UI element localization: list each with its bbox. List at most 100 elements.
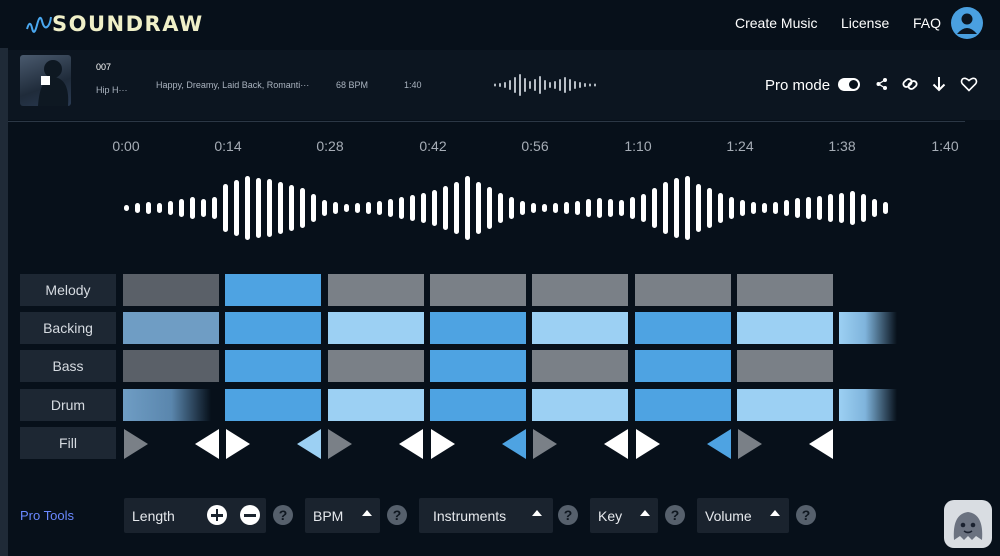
waveform-bar <box>630 197 635 219</box>
brand-name: SOUNDRAW <box>52 12 204 36</box>
bass-block[interactable] <box>737 350 833 382</box>
instruments-dropdown[interactable]: Instruments <box>419 498 553 533</box>
fill-left-arrow-icon[interactable] <box>603 428 629 460</box>
backing-block[interactable] <box>532 312 628 344</box>
backing-block[interactable] <box>635 312 731 344</box>
key-help-icon[interactable]: ? <box>665 505 685 525</box>
bpm-dropdown[interactable]: BPM <box>305 498 380 533</box>
mini-waveform[interactable] <box>488 70 598 100</box>
drum-block[interactable] <box>430 389 526 421</box>
bpm-help-icon[interactable]: ? <box>387 505 407 525</box>
waveform-bar <box>179 199 184 217</box>
length-increase-button[interactable] <box>207 505 227 525</box>
drum-block-fadeout[interactable] <box>839 389 897 421</box>
volume-help-icon[interactable]: ? <box>796 505 816 525</box>
track-artwork[interactable] <box>20 55 71 106</box>
waveform-bar <box>267 179 272 237</box>
fill-right-arrow-icon[interactable] <box>225 428 251 460</box>
waveform-bar <box>795 198 800 218</box>
fill-right-arrow-icon[interactable] <box>635 428 661 460</box>
fill-left-arrow-icon[interactable] <box>501 428 527 460</box>
backing-block[interactable] <box>225 312 321 344</box>
drum-block-fadeout[interactable] <box>123 389 211 421</box>
volume-dropdown[interactable]: Volume <box>697 498 789 533</box>
time-mark: 0:56 <box>521 138 549 154</box>
waveform-bar <box>762 203 767 213</box>
lane-label-drum: Drum <box>20 389 116 421</box>
waveform-bar <box>564 77 566 93</box>
section-divider <box>8 121 965 122</box>
fill-left-arrow-icon[interactable] <box>706 428 732 460</box>
waveform-bar <box>124 205 129 211</box>
chat-mascot-icon[interactable] <box>944 500 992 548</box>
waveform-bar <box>421 193 426 223</box>
waveform-bar <box>322 200 327 216</box>
drum-block[interactable] <box>225 389 321 421</box>
drum-block[interactable] <box>328 389 424 421</box>
instruments-help-icon[interactable]: ? <box>558 505 578 525</box>
backing-block[interactable] <box>123 312 219 344</box>
nav-license[interactable]: License <box>841 15 889 31</box>
fill-right-arrow-icon[interactable] <box>532 428 558 460</box>
drum-block[interactable] <box>635 389 731 421</box>
melody-block[interactable] <box>225 274 321 306</box>
link-icon[interactable] <box>901 75 919 93</box>
length-decrease-button[interactable] <box>240 505 260 525</box>
drum-block[interactable] <box>737 389 833 421</box>
drum-block[interactable] <box>532 389 628 421</box>
pro-mode-toggle[interactable] <box>838 78 860 91</box>
fill-left-arrow-icon[interactable] <box>398 428 424 460</box>
fill-right-arrow-icon[interactable] <box>123 428 149 460</box>
caret-up-icon <box>770 510 780 516</box>
length-help-icon[interactable]: ? <box>273 505 293 525</box>
waveform-bar <box>696 184 701 232</box>
melody-block[interactable] <box>430 274 526 306</box>
heart-icon[interactable] <box>960 75 978 93</box>
fill-left-arrow-icon[interactable] <box>194 428 220 460</box>
share-icon[interactable] <box>873 75 891 93</box>
fill-right-arrow-icon[interactable] <box>327 428 353 460</box>
fill-right-arrow-icon[interactable] <box>430 428 456 460</box>
fill-left-arrow-icon[interactable] <box>808 428 834 460</box>
bass-block[interactable] <box>123 350 219 382</box>
melody-block[interactable] <box>328 274 424 306</box>
melody-block[interactable] <box>532 274 628 306</box>
nav-faq[interactable]: FAQ <box>913 15 941 31</box>
bass-block[interactable] <box>532 350 628 382</box>
waveform-bar <box>569 79 571 91</box>
track-genre: Hip H··· <box>96 85 128 95</box>
waveform-bar <box>597 198 602 218</box>
backing-block[interactable] <box>430 312 526 344</box>
waveform-bar <box>509 197 514 219</box>
stop-icon[interactable] <box>41 76 50 85</box>
melody-block[interactable] <box>635 274 731 306</box>
key-dropdown[interactable]: Key <box>590 498 658 533</box>
waveform-bar <box>553 203 558 213</box>
backing-block-fadeout[interactable] <box>839 312 897 344</box>
download-icon[interactable] <box>930 75 948 93</box>
caret-up-icon <box>532 510 542 516</box>
user-avatar-icon[interactable] <box>951 7 983 39</box>
bass-block[interactable] <box>225 350 321 382</box>
melody-block[interactable] <box>123 274 219 306</box>
fill-right-arrow-icon[interactable] <box>737 428 763 460</box>
melody-block[interactable] <box>737 274 833 306</box>
waveform-bar <box>201 199 206 217</box>
waveform-bar <box>223 184 228 232</box>
waveform-bar <box>256 178 261 238</box>
bass-block[interactable] <box>635 350 731 382</box>
waveform-bar <box>333 202 338 214</box>
bass-block[interactable] <box>328 350 424 382</box>
soundraw-logo[interactable]: SOUNDRAW <box>26 10 204 38</box>
waveform-bar <box>245 176 250 240</box>
waveform-bar <box>520 201 525 215</box>
fill-left-arrow-icon[interactable] <box>296 428 322 460</box>
waveform-bar <box>641 194 646 222</box>
nav-create-music[interactable]: Create Music <box>735 15 817 31</box>
pro-tools-title: Pro Tools <box>20 508 74 523</box>
main-waveform[interactable] <box>118 170 898 246</box>
backing-block[interactable] <box>737 312 833 344</box>
bass-block[interactable] <box>430 350 526 382</box>
backing-block[interactable] <box>328 312 424 344</box>
waveform-bar <box>549 82 551 88</box>
